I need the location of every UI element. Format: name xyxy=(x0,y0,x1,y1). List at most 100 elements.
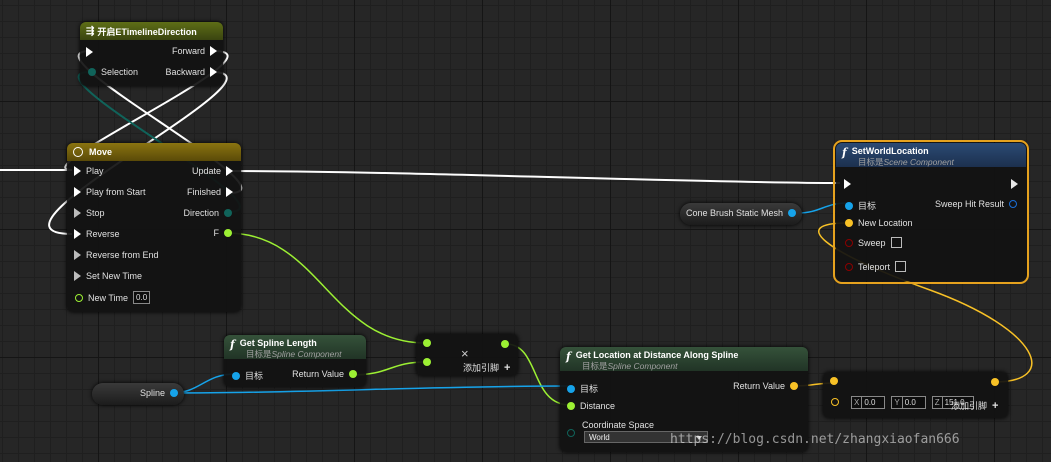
add-pin-button[interactable]: 添加引脚 + xyxy=(951,399,998,412)
coordinate-space-label: Coordinate Space xyxy=(582,420,654,430)
node-title: Get Location at Distance Along Spline xyxy=(575,350,739,360)
teleport-checkbox[interactable] xyxy=(895,261,907,272)
target-pin[interactable]: 目标 xyxy=(232,369,263,382)
y-field[interactable]: 0.0 xyxy=(901,396,926,409)
float-pin-icon xyxy=(567,402,575,410)
exec-out-outline-icon xyxy=(1011,179,1018,189)
node-cone-brush-variable[interactable]: Cone Brush Static Mesh xyxy=(680,203,802,225)
node-set-world-location[interactable]: f SetWorldLocation 目标是Scene Component 目标… xyxy=(833,140,1029,284)
node-get-spline-length[interactable]: f Get Spline Length 目标是Spline Component … xyxy=(224,335,366,387)
teleport-pin[interactable]: Teleport xyxy=(845,261,907,272)
node-switch-timeline-direction[interactable]: ⇶ 开启ETimelineDirection Selection Forward… xyxy=(80,22,223,86)
node-title: 开启ETimelineDirection xyxy=(97,26,197,37)
return-value-pin[interactable]: Return Value xyxy=(292,369,357,379)
backward-pin[interactable]: Backward xyxy=(165,67,217,77)
exec-in-pin[interactable] xyxy=(844,179,851,189)
object-pin-icon xyxy=(788,209,796,217)
distance-pin[interactable]: Distance xyxy=(567,401,615,411)
pin-label: F xyxy=(213,228,220,238)
bool-pin-icon xyxy=(845,262,853,271)
subtitle-class: Spline Component xyxy=(271,349,342,359)
spline-output-pin[interactable]: Spline xyxy=(140,388,178,398)
pin-label: New Time xyxy=(88,292,129,303)
plus-icon: + xyxy=(992,399,999,412)
pin-label: Return Value xyxy=(733,381,785,391)
subtitle-prefix: 目标是 xyxy=(582,361,608,371)
exec-in-pin[interactable] xyxy=(86,47,93,57)
add-pin-button[interactable]: 添加引脚 + xyxy=(463,361,510,374)
variable-label: Spline xyxy=(139,388,165,398)
pin-label: Reverse from End xyxy=(86,250,159,260)
clock-icon xyxy=(73,147,83,157)
multiply-b-pin[interactable] xyxy=(423,358,431,366)
node-subtitle: 目标是Spline Component xyxy=(582,360,677,372)
object-pin-icon xyxy=(170,389,178,397)
add-a-pin[interactable] xyxy=(830,377,838,385)
object-pin-icon xyxy=(567,384,575,393)
node-header[interactable]: ⇶ 开启ETimelineDirection xyxy=(80,22,223,40)
pin-label: Sweep xyxy=(858,237,886,248)
subtitle-class: Scene Component xyxy=(883,157,954,167)
f-pin[interactable]: F xyxy=(213,228,232,238)
node-multiply-float[interactable]: × 添加引脚 + xyxy=(416,334,518,376)
node-title: SetWorldLocation xyxy=(851,146,929,156)
stop-pin[interactable]: Stop xyxy=(74,208,105,218)
pin-label: Play from Start xyxy=(86,187,146,197)
update-pin[interactable]: Update xyxy=(192,166,233,176)
exec-arrow-icon xyxy=(74,229,81,239)
subtitle-prefix: 目标是 xyxy=(246,349,272,359)
node-header[interactable]: f Get Location at Distance Along Spline … xyxy=(560,347,808,371)
vector-pin-icon xyxy=(991,378,999,386)
exec-arrow-icon xyxy=(74,208,81,218)
node-add-vector[interactable]: X 0.0 Y 0.0 Z 151.0 添加引脚 + xyxy=(823,372,1008,418)
play-pin[interactable]: Play xyxy=(74,166,104,176)
exec-out-pin[interactable] xyxy=(1011,179,1018,189)
exec-arrow-icon xyxy=(226,187,233,197)
finished-pin[interactable]: Finished xyxy=(187,187,233,197)
new-time-pin[interactable]: New Time 0.0 xyxy=(75,291,151,304)
node-header[interactable]: f Get Spline Length 目标是Spline Component xyxy=(224,335,366,359)
forward-pin[interactable]: Forward xyxy=(172,46,217,56)
wire-f-to-multiply xyxy=(226,232,427,344)
return-value-pin[interactable]: Return Value xyxy=(733,381,798,391)
play-from-start-pin[interactable]: Play from Start xyxy=(74,187,146,197)
new-location-pin[interactable]: New Location xyxy=(845,218,913,228)
enum-pin-icon xyxy=(567,429,575,437)
pin-label: Teleport xyxy=(858,261,891,272)
multiply-a-pin[interactable] xyxy=(423,339,431,347)
x-field[interactable]: 0.0 xyxy=(861,396,886,409)
node-timeline-move[interactable]: Move Play Play from Start Stop Reverse R… xyxy=(67,143,241,312)
wire-update-to-execin xyxy=(229,170,841,184)
node-spline-variable[interactable]: Spline xyxy=(92,383,184,405)
exec-arrow-icon xyxy=(210,46,217,56)
selection-pin[interactable]: Selection xyxy=(88,67,138,77)
new-time-field[interactable]: 0.0 xyxy=(133,291,151,304)
function-icon: f xyxy=(230,338,235,351)
add-b-pin[interactable] xyxy=(831,398,839,406)
target-pin[interactable]: 目标 xyxy=(845,199,876,212)
float-pin-icon xyxy=(423,358,431,366)
sweep-pin[interactable]: Sweep xyxy=(845,237,902,248)
subtitle-class: Spline Component xyxy=(607,361,678,371)
coordinate-space-pin[interactable] xyxy=(567,429,575,437)
node-header[interactable]: Move xyxy=(67,143,241,161)
pin-label: Coordinate Space xyxy=(582,420,655,430)
subtitle-prefix: 目标是 xyxy=(858,157,884,167)
sweep-checkbox[interactable] xyxy=(890,237,902,248)
target-pin[interactable]: 目标 xyxy=(567,382,598,395)
variable-label: Cone Brush Static Mesh xyxy=(685,208,783,218)
set-new-time-pin[interactable]: Set New Time xyxy=(74,271,142,281)
node-header[interactable]: f SetWorldLocation 目标是Scene Component xyxy=(836,143,1026,167)
reverse-pin[interactable]: Reverse xyxy=(74,229,120,239)
direction-pin[interactable]: Direction xyxy=(183,208,232,218)
add-pin-label: 添加引脚 xyxy=(463,363,500,373)
reverse-from-end-pin[interactable]: Reverse from End xyxy=(74,250,159,260)
pin-label: Play xyxy=(86,166,104,176)
cone-brush-output-pin[interactable]: Cone Brush Static Mesh xyxy=(686,208,796,218)
float-pin-icon xyxy=(501,340,509,348)
function-icon: f xyxy=(566,350,571,363)
multiply-out-pin[interactable] xyxy=(501,340,509,348)
sweep-hit-result-pin[interactable]: Sweep Hit Result xyxy=(935,199,1017,209)
add-out-pin[interactable] xyxy=(991,378,999,386)
switch-icon: ⇶ xyxy=(86,25,95,37)
